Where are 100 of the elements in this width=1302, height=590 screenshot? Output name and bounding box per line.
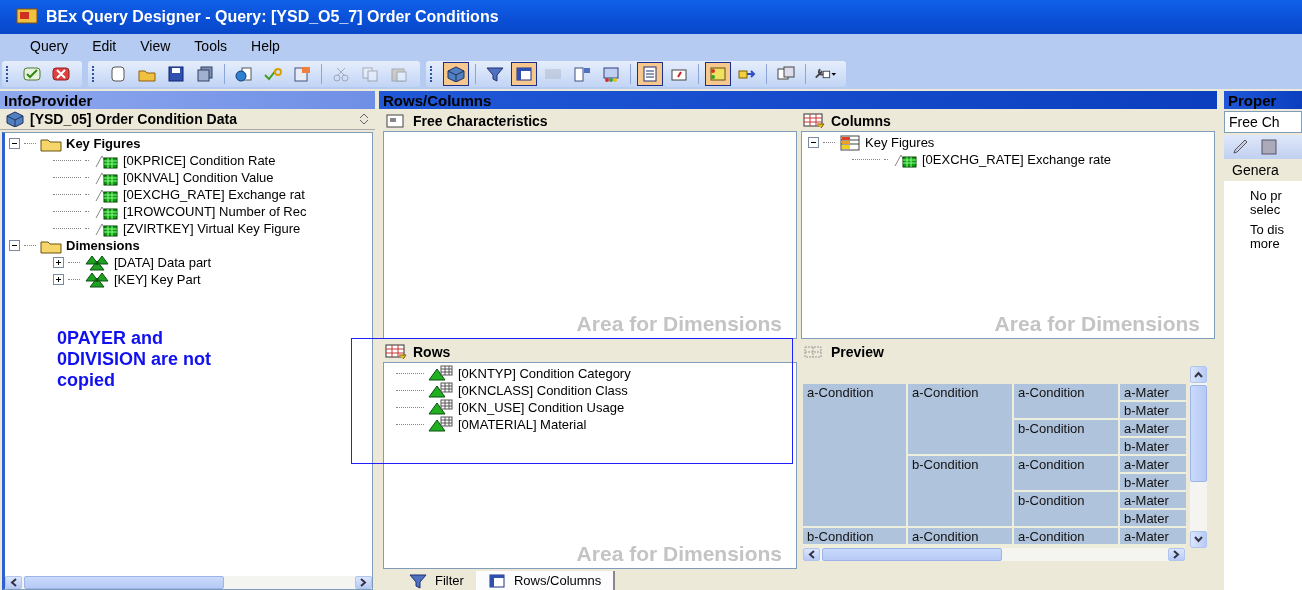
- watermark-text: Area for Dimensions: [576, 542, 782, 566]
- characteristic-icon: [428, 382, 454, 398]
- list-icon: [573, 65, 591, 82]
- collapse-toggle[interactable]: [9, 138, 20, 149]
- message-line: To dis: [1250, 223, 1285, 237]
- menu-item[interactable]: Tools: [182, 38, 240, 54]
- tree-item[interactable]: [0KNTYP] Condition Category: [458, 365, 631, 381]
- chevron-left-icon: [808, 550, 815, 559]
- message-line: more: [1250, 237, 1281, 251]
- preview-cell: b-Condition: [803, 527, 906, 544]
- tree-item[interactable]: [0EXCHG_RATE] Exchange rat: [123, 187, 305, 202]
- scroll-right-button[interactable]: [355, 576, 372, 589]
- properties-selector[interactable]: Free Ch: [1224, 111, 1302, 133]
- trees-icon: [84, 254, 110, 271]
- chevron-right-icon: [1173, 550, 1180, 559]
- preview-cell: b-Mater: [1120, 509, 1186, 526]
- panel-title: Free Characteristics: [413, 113, 548, 129]
- scroll-thumb[interactable]: [822, 548, 1002, 561]
- tree-item[interactable]: Dimensions: [66, 238, 140, 253]
- chevron-left-icon: [10, 578, 17, 587]
- check-icon: [23, 65, 41, 82]
- watermark-text: Area for Dimensions: [994, 311, 1200, 336]
- scissors-icon: [332, 65, 350, 82]
- trees-icon: [84, 271, 110, 288]
- scroll-up-button[interactable]: [1190, 365, 1207, 383]
- tree-item[interactable]: [ZVIRTKEY] Virtual Key Figure: [123, 221, 301, 236]
- scroll-thumb[interactable]: [24, 576, 224, 589]
- vertical-scrollbar[interactable]: [1190, 365, 1207, 548]
- horizontal-scrollbar[interactable]: [803, 548, 1185, 561]
- toolbar-button[interactable]: [511, 61, 537, 86]
- tree-item[interactable]: Key Figures: [66, 136, 141, 151]
- tree-item[interactable]: [0MATERIAL] Material: [458, 416, 587, 432]
- columns-icon: [803, 113, 825, 129]
- tree-item[interactable]: Key Figures: [865, 135, 935, 150]
- table-icon: [515, 65, 533, 82]
- app-icon: [16, 8, 38, 26]
- message-line: No pr: [1250, 189, 1283, 203]
- scroll-left-button[interactable]: [5, 576, 22, 589]
- cancel-icon: [52, 65, 70, 82]
- scroll-right-button[interactable]: [1168, 548, 1185, 561]
- sort-arrows-icon: [359, 113, 369, 125]
- pane-header: Rows/Columns: [379, 91, 1217, 109]
- tab[interactable]: Rows/Columns: [475, 571, 616, 590]
- tree-item[interactable]: [0KN_USE] Condition Usage: [458, 399, 625, 415]
- panel-title: Rows: [413, 343, 451, 360]
- tree-item[interactable]: [KEY] Key Part: [114, 272, 201, 287]
- chevron-down-icon: [1194, 536, 1203, 543]
- toolbar-button[interactable]: [705, 61, 731, 86]
- preview-cell: a-Mater: [1120, 491, 1186, 508]
- document-icon: [641, 65, 659, 82]
- pane-header: InfoProvider: [0, 91, 375, 109]
- menu-item[interactable]: Query: [18, 38, 81, 54]
- tree-item[interactable]: [DATA] Data part: [114, 255, 212, 270]
- properties-icon: [293, 65, 311, 82]
- paste-icon: [390, 65, 408, 82]
- windows-icon: [777, 65, 795, 82]
- check-question-icon: [264, 65, 282, 82]
- copy-icon: [361, 65, 379, 82]
- preview-cell: a-Condition: [1014, 383, 1118, 418]
- collapse-toggle[interactable]: [9, 240, 20, 251]
- collapse-toggle[interactable]: [808, 137, 819, 148]
- preview-cell: a-Mater: [1120, 419, 1186, 436]
- characteristic-icon: [428, 365, 454, 381]
- rows-icon: [385, 343, 407, 360]
- cube-icon: [6, 111, 24, 127]
- tasks-icon: [709, 65, 727, 82]
- preview-cell: b-Mater: [1120, 473, 1186, 490]
- tree-item[interactable]: [1ROWCOUNT] Number of Rec: [123, 204, 307, 219]
- preview-cell: b-Condition: [1014, 419, 1118, 454]
- tree-item[interactable]: [0KNCLASS] Condition Class: [458, 382, 628, 398]
- window-title: BEx Query Designer - Query: [YSD_O5_7] Order Conditions: [46, 8, 499, 26]
- preview-cell: b-Mater: [1120, 437, 1186, 454]
- characteristic-icon: [428, 416, 454, 432]
- filter-icon: [486, 65, 504, 82]
- expand-toggle[interactable]: [53, 257, 64, 268]
- tree-item[interactable]: [0KPRICE] Condition Rate: [123, 153, 276, 168]
- panel-title: Columns: [831, 113, 891, 129]
- toolbar-button[interactable]: [443, 61, 469, 86]
- expand-toggle[interactable]: [53, 274, 64, 285]
- preview-cell: a-Condition: [1014, 527, 1118, 544]
- scroll-down-button[interactable]: [1190, 531, 1207, 548]
- menu-item[interactable]: View: [128, 38, 183, 54]
- scroll-left-button[interactable]: [803, 548, 820, 561]
- preview-cell: a-Condition: [1014, 455, 1118, 490]
- preview-cell: b-Condition: [908, 455, 1012, 526]
- tree-item[interactable]: [0EXCHG_RATE] Exchange rate: [922, 152, 1112, 167]
- menu-item[interactable]: Edit: [80, 38, 129, 54]
- structure-icon: [839, 134, 861, 151]
- preview-cell: a-Mater: [1120, 455, 1186, 472]
- toolbar-button[interactable]: [637, 61, 663, 86]
- preview-icon: [803, 343, 825, 360]
- pencil-icon: [1232, 139, 1250, 155]
- characteristic-icon: [428, 399, 454, 415]
- infoprovider-selector[interactable]: [YSD_05] Order Condition Data: [0, 109, 375, 130]
- horizontal-scrollbar[interactable]: [5, 576, 372, 589]
- menu-item[interactable]: Help: [239, 38, 292, 54]
- tree-item[interactable]: [0KNVAL] Condition Value: [123, 170, 274, 185]
- save-all-icon: [196, 65, 214, 82]
- scroll-thumb[interactable]: [1190, 384, 1207, 482]
- table-icon: [487, 572, 506, 589]
